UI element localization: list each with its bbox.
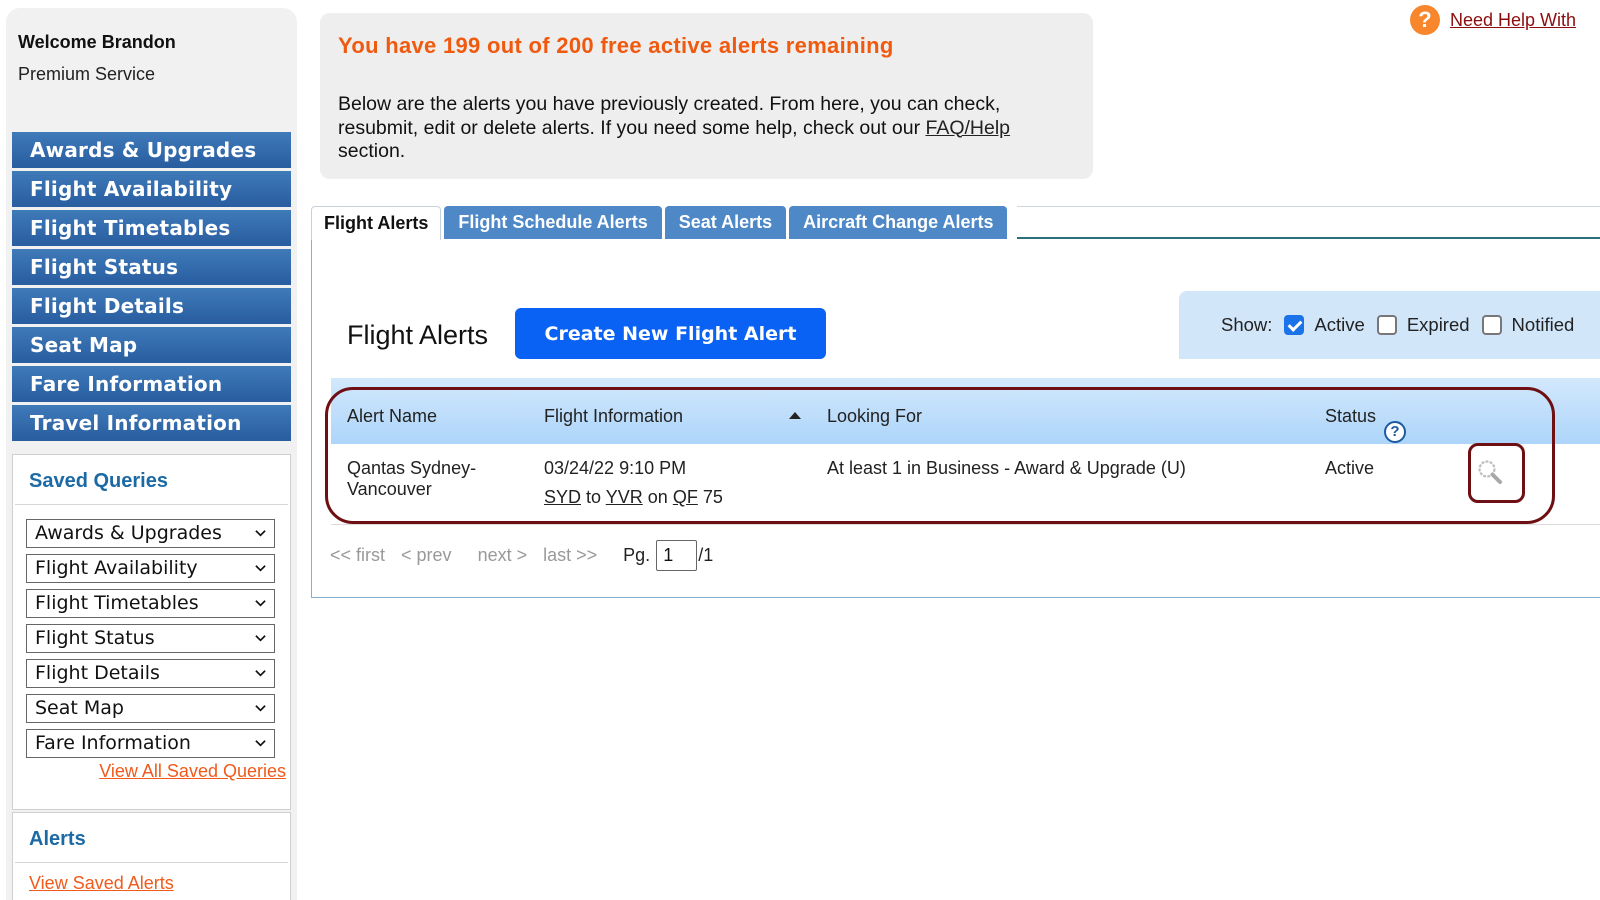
row-divider	[331, 524, 1600, 525]
alerts-panel: Alerts View Saved Alerts	[12, 812, 291, 900]
saved-query-select-flight-status[interactable]: Flight Status	[26, 624, 275, 653]
column-alert-name[interactable]: Alert Name	[347, 406, 437, 427]
carrier-link[interactable]: QF	[673, 487, 698, 507]
alert-name-cell: Qantas Sydney-Vancouver	[347, 458, 477, 499]
first-page-link[interactable]: << first	[330, 545, 385, 566]
flight-number: 75	[702, 487, 723, 507]
alerts-tabs-area: Flight Alerts Create New Flight Alert Sh…	[311, 206, 1600, 598]
select-value: Flight Availability	[35, 557, 198, 579]
column-flight-information[interactable]: Flight Information	[544, 406, 683, 427]
chevron-down-icon	[255, 635, 266, 642]
flight-information-cell: 03/24/22 9:10 PM SYD to YVR on QF 75	[544, 458, 723, 508]
faq-help-link[interactable]: FAQ/Help	[926, 117, 1011, 139]
tab-line-bottom	[1017, 237, 1600, 239]
saved-query-select-fare-information[interactable]: Fare Information	[26, 729, 275, 758]
notice-body-end: section.	[338, 140, 406, 162]
show-label: Show:	[1221, 314, 1273, 335]
tab-seat-alerts[interactable]: Seat Alerts	[664, 206, 787, 239]
sidebar-item-awards-upgrades[interactable]: Awards & Upgrades	[12, 132, 291, 168]
notified-label: Notified	[1511, 314, 1575, 335]
column-looking-for[interactable]: Looking For	[827, 406, 922, 427]
pagination: << first < prev next > last >> Pg. /1	[330, 540, 713, 571]
sidebar-item-flight-availability[interactable]: Flight Availability	[12, 171, 291, 207]
tab-line-top	[1017, 206, 1600, 207]
status-cell: Active	[1325, 458, 1375, 478]
origin-airport-link[interactable]: SYD	[544, 487, 581, 507]
view-all-saved-queries-link[interactable]: View All Saved Queries	[99, 761, 286, 782]
search-icon[interactable]	[1473, 456, 1507, 490]
select-value: Fare Information	[35, 732, 191, 754]
saved-query-select-flight-timetables[interactable]: Flight Timetables	[26, 589, 275, 618]
tab-flight-schedule-alerts[interactable]: Flight Schedule Alerts	[444, 206, 662, 239]
select-value: Flight Status	[35, 627, 155, 649]
expired-checkbox[interactable]	[1376, 315, 1397, 335]
sidebar-item-flight-timetables[interactable]: Flight Timetables	[12, 210, 291, 246]
table-row: Qantas Sydney-Vancouver 03/24/22 9:10 PM…	[331, 444, 1600, 524]
expired-label: Expired	[1406, 314, 1470, 335]
create-new-flight-alert-button[interactable]: Create New Flight Alert	[515, 308, 826, 359]
question-icon[interactable]: ?	[1410, 5, 1440, 35]
page-number-input[interactable]	[656, 540, 698, 571]
saved-queries-panel: Saved Queries Awards & Upgrades Flight A…	[12, 454, 291, 810]
saved-queries-title: Saved Queries	[15, 455, 288, 505]
active-checkbox[interactable]	[1284, 315, 1305, 335]
sidebar: Welcome Brandon Premium Service Awards &…	[6, 8, 297, 900]
sort-ascending-icon[interactable]	[789, 412, 801, 419]
select-value: Flight Details	[35, 662, 160, 684]
show-filter: Show: Active Expired Notified	[1179, 291, 1600, 359]
saved-query-select-flight-details[interactable]: Flight Details	[26, 659, 275, 688]
tab-flight-alerts[interactable]: Flight Alerts	[311, 206, 442, 240]
alert-type-tabs: Flight Alerts Flight Schedule Alerts Sea…	[311, 206, 1010, 240]
notice-body-text: Below are the alerts you have previously…	[338, 93, 1001, 139]
alerts-notice: You have 199 out of 200 free active aler…	[320, 13, 1093, 179]
status-help-icon[interactable]: ?	[1384, 421, 1406, 443]
welcome-text: Welcome Brandon	[18, 32, 176, 52]
route-on-text: on	[647, 487, 668, 507]
saved-query-select-flight-availability[interactable]: Flight Availability	[26, 554, 275, 583]
active-label: Active	[1314, 314, 1365, 335]
alerts-remaining-title: You have 199 out of 200 free active aler…	[338, 33, 894, 58]
service-level: Premium Service	[18, 64, 156, 84]
chevron-down-icon	[255, 565, 266, 572]
notice-body: Below are the alerts you have previously…	[338, 93, 1068, 164]
notified-checkbox[interactable]	[1481, 315, 1502, 335]
flight-route: SYD to YVR on QF 75	[544, 487, 723, 508]
select-value: Awards & Upgrades	[35, 522, 222, 544]
alerts-table-header: Alert Name Flight Information Looking Fo…	[331, 378, 1600, 444]
saved-queries-list: Awards & Upgrades Flight Availability Fl…	[13, 505, 290, 758]
chevron-down-icon	[255, 740, 266, 747]
sidebar-item-flight-status[interactable]: Flight Status	[12, 249, 291, 285]
page-label: Pg.	[623, 545, 651, 565]
sidebar-nav: Awards & Upgrades Flight Availability Fl…	[12, 132, 291, 444]
flight-date-time: 03/24/22 9:10 PM	[544, 458, 687, 478]
looking-for-cell: At least 1 in Business - Award & Upgrade…	[827, 458, 1186, 478]
column-status[interactable]: Status	[1325, 406, 1376, 427]
tab-aircraft-change-alerts[interactable]: Aircraft Change Alerts	[789, 206, 1008, 239]
next-page-link[interactable]: next >	[478, 545, 528, 566]
sidebar-item-fare-information[interactable]: Fare Information	[12, 366, 291, 402]
route-to-text: to	[586, 487, 602, 507]
saved-query-select-seat-map[interactable]: Seat Map	[26, 694, 275, 723]
page: Welcome Brandon Premium Service Awards &…	[0, 0, 1600, 900]
select-value: Seat Map	[35, 697, 124, 719]
chevron-down-icon	[255, 670, 266, 677]
select-value: Flight Timetables	[35, 592, 199, 614]
chevron-down-icon	[255, 530, 266, 537]
sidebar-item-travel-information[interactable]: Travel Information	[12, 405, 291, 441]
sidebar-item-flight-details[interactable]: Flight Details	[12, 288, 291, 324]
chevron-down-icon	[255, 705, 266, 712]
tab-content: Flight Alerts Create New Flight Alert Sh…	[311, 238, 1600, 598]
page-title: Flight Alerts	[347, 320, 489, 350]
saved-query-select-awards-upgrades[interactable]: Awards & Upgrades	[26, 519, 275, 548]
sidebar-item-seat-map[interactable]: Seat Map	[12, 327, 291, 363]
destination-airport-link[interactable]: YVR	[606, 487, 643, 507]
prev-page-link[interactable]: < prev	[401, 545, 452, 566]
view-saved-alerts-link[interactable]: View Saved Alerts	[29, 873, 174, 894]
last-page-link[interactable]: last >>	[543, 545, 597, 566]
chevron-down-icon	[255, 600, 266, 607]
need-help-link[interactable]: Need Help With	[1450, 10, 1576, 31]
help-area: ? Need Help With	[1410, 5, 1576, 35]
alerts-panel-title: Alerts	[15, 813, 288, 863]
page-total: /1	[698, 545, 714, 565]
